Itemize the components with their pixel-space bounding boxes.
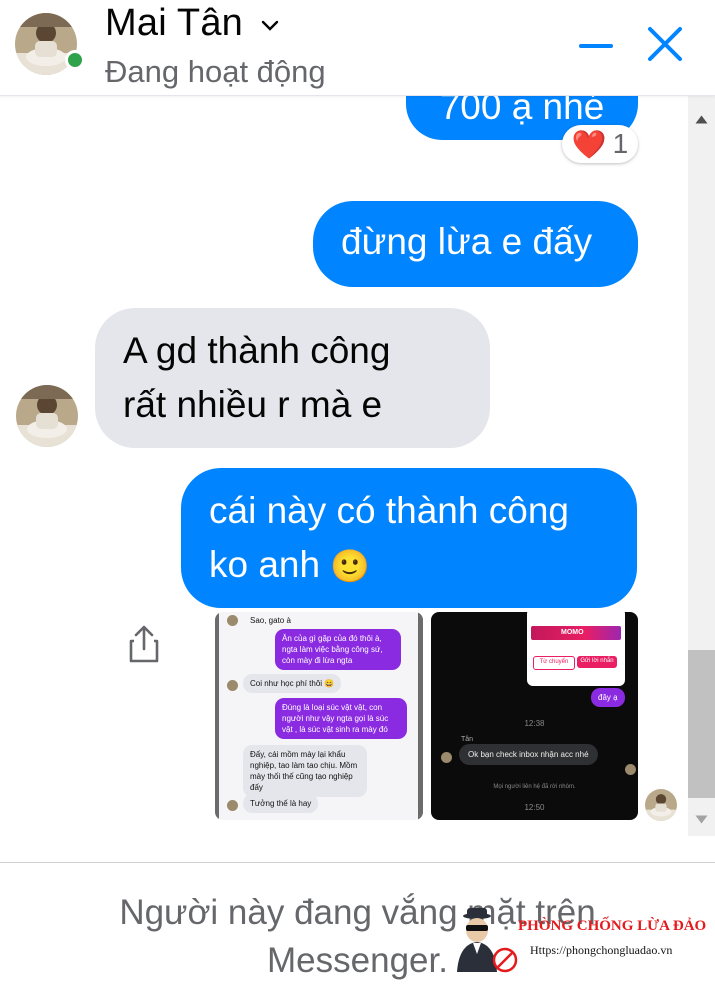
- mini-message: Đấy, cái mồm mày lại khẩu nghiệp, tao là…: [243, 745, 367, 797]
- chat-header: Mai Tân Đang hoạt động: [0, 0, 715, 96]
- message-reaction[interactable]: ❤️ 1: [562, 125, 638, 163]
- mini-message: Đúng là loại súc vật vật, con người như …: [275, 698, 407, 739]
- message-list[interactable]: 700 ạ nhé ❤️ 1 đừng lừa e đấy A gd thành…: [0, 95, 688, 836]
- unavailable-notice: Người này đang vắng mặt trên Messenger.: [0, 889, 715, 985]
- card-title: MOMO: [561, 629, 584, 636]
- card-right-button: Gửi lời nhắn: [577, 656, 617, 668]
- smile-emoji-icon: 🙂: [330, 548, 371, 584]
- mini-avatar: [441, 752, 452, 763]
- mini-avatar: [625, 764, 636, 775]
- outgoing-message[interactable]: đừng lừa e đấy: [313, 201, 638, 287]
- mini-message: Coi như học phí thôi 😄: [243, 674, 342, 693]
- chat-scrollbar[interactable]: [688, 95, 715, 836]
- close-button[interactable]: [643, 22, 687, 66]
- mini-message: đây ạ: [591, 688, 625, 707]
- mini-system-note: Mọi người liên hệ đã rời nhóm.: [493, 784, 576, 790]
- share-icon: [129, 625, 159, 663]
- message-line: rất nhiều r mà e: [123, 384, 383, 425]
- contact-name[interactable]: Mai Tân: [105, 2, 243, 45]
- card-left-button: Từ chuyển: [533, 656, 575, 670]
- mini-message: Ok bạn check inbox nhận acc nhé: [459, 744, 598, 765]
- payment-card: MOMO Từ chuyển Gửi lời nhắn: [527, 612, 625, 686]
- mini-timestamp: 12:50: [524, 803, 545, 812]
- watermark-title: PHÒNG CHỐNG LỪA ĐẢO: [518, 918, 707, 934]
- mini-avatar: [227, 800, 238, 811]
- message-line: cái này có thành công: [209, 490, 569, 531]
- mini-avatar: [227, 680, 238, 691]
- attached-image-dark-chat-screenshot[interactable]: MOMO Từ chuyển Gửi lời nhắn đây ạ 12:38 …: [431, 612, 638, 820]
- seen-indicator-avatar: [645, 789, 677, 821]
- scroll-up-arrow-icon[interactable]: [695, 109, 708, 128]
- message-line: A gd thành công: [123, 330, 391, 371]
- active-status-text: Đang hoạt động: [105, 54, 326, 89]
- minimize-icon: [579, 44, 613, 48]
- heart-reaction-icon: ❤️: [571, 128, 607, 160]
- incoming-message[interactable]: A gd thành công rất nhiều r mà e: [95, 308, 490, 448]
- minimize-button[interactable]: [574, 22, 618, 66]
- close-icon: [648, 27, 682, 61]
- online-status-dot: [65, 50, 85, 70]
- mini-timestamp: 12:38: [524, 719, 545, 728]
- mini-avatar: [227, 615, 238, 626]
- mini-message: Sao, gato à: [250, 616, 291, 625]
- mini-message: Ăn của gì gặp của đó thôi à, ngta làm vi…: [275, 629, 401, 670]
- sender-avatar[interactable]: [16, 385, 78, 447]
- message-line: ko anh: [209, 544, 321, 585]
- attached-image-chat-screenshot[interactable]: Sao, gato à Ăn của gì gặp của đó thôi à,…: [215, 612, 423, 820]
- scroll-down-arrow-icon[interactable]: [695, 809, 708, 828]
- watermark-logo-icon: [453, 906, 519, 974]
- reaction-count: 1: [612, 128, 629, 159]
- outgoing-message[interactable]: cái này có thành công ko anh 🙂: [181, 468, 637, 608]
- chevron-down-icon[interactable]: [260, 18, 280, 37]
- share-button[interactable]: [126, 623, 162, 665]
- scrollbar-thumb[interactable]: [688, 650, 715, 798]
- mini-message: Tưởng thế là hay: [243, 794, 319, 813]
- watermark-url: Https://phongchongluadao.vn: [530, 943, 673, 957]
